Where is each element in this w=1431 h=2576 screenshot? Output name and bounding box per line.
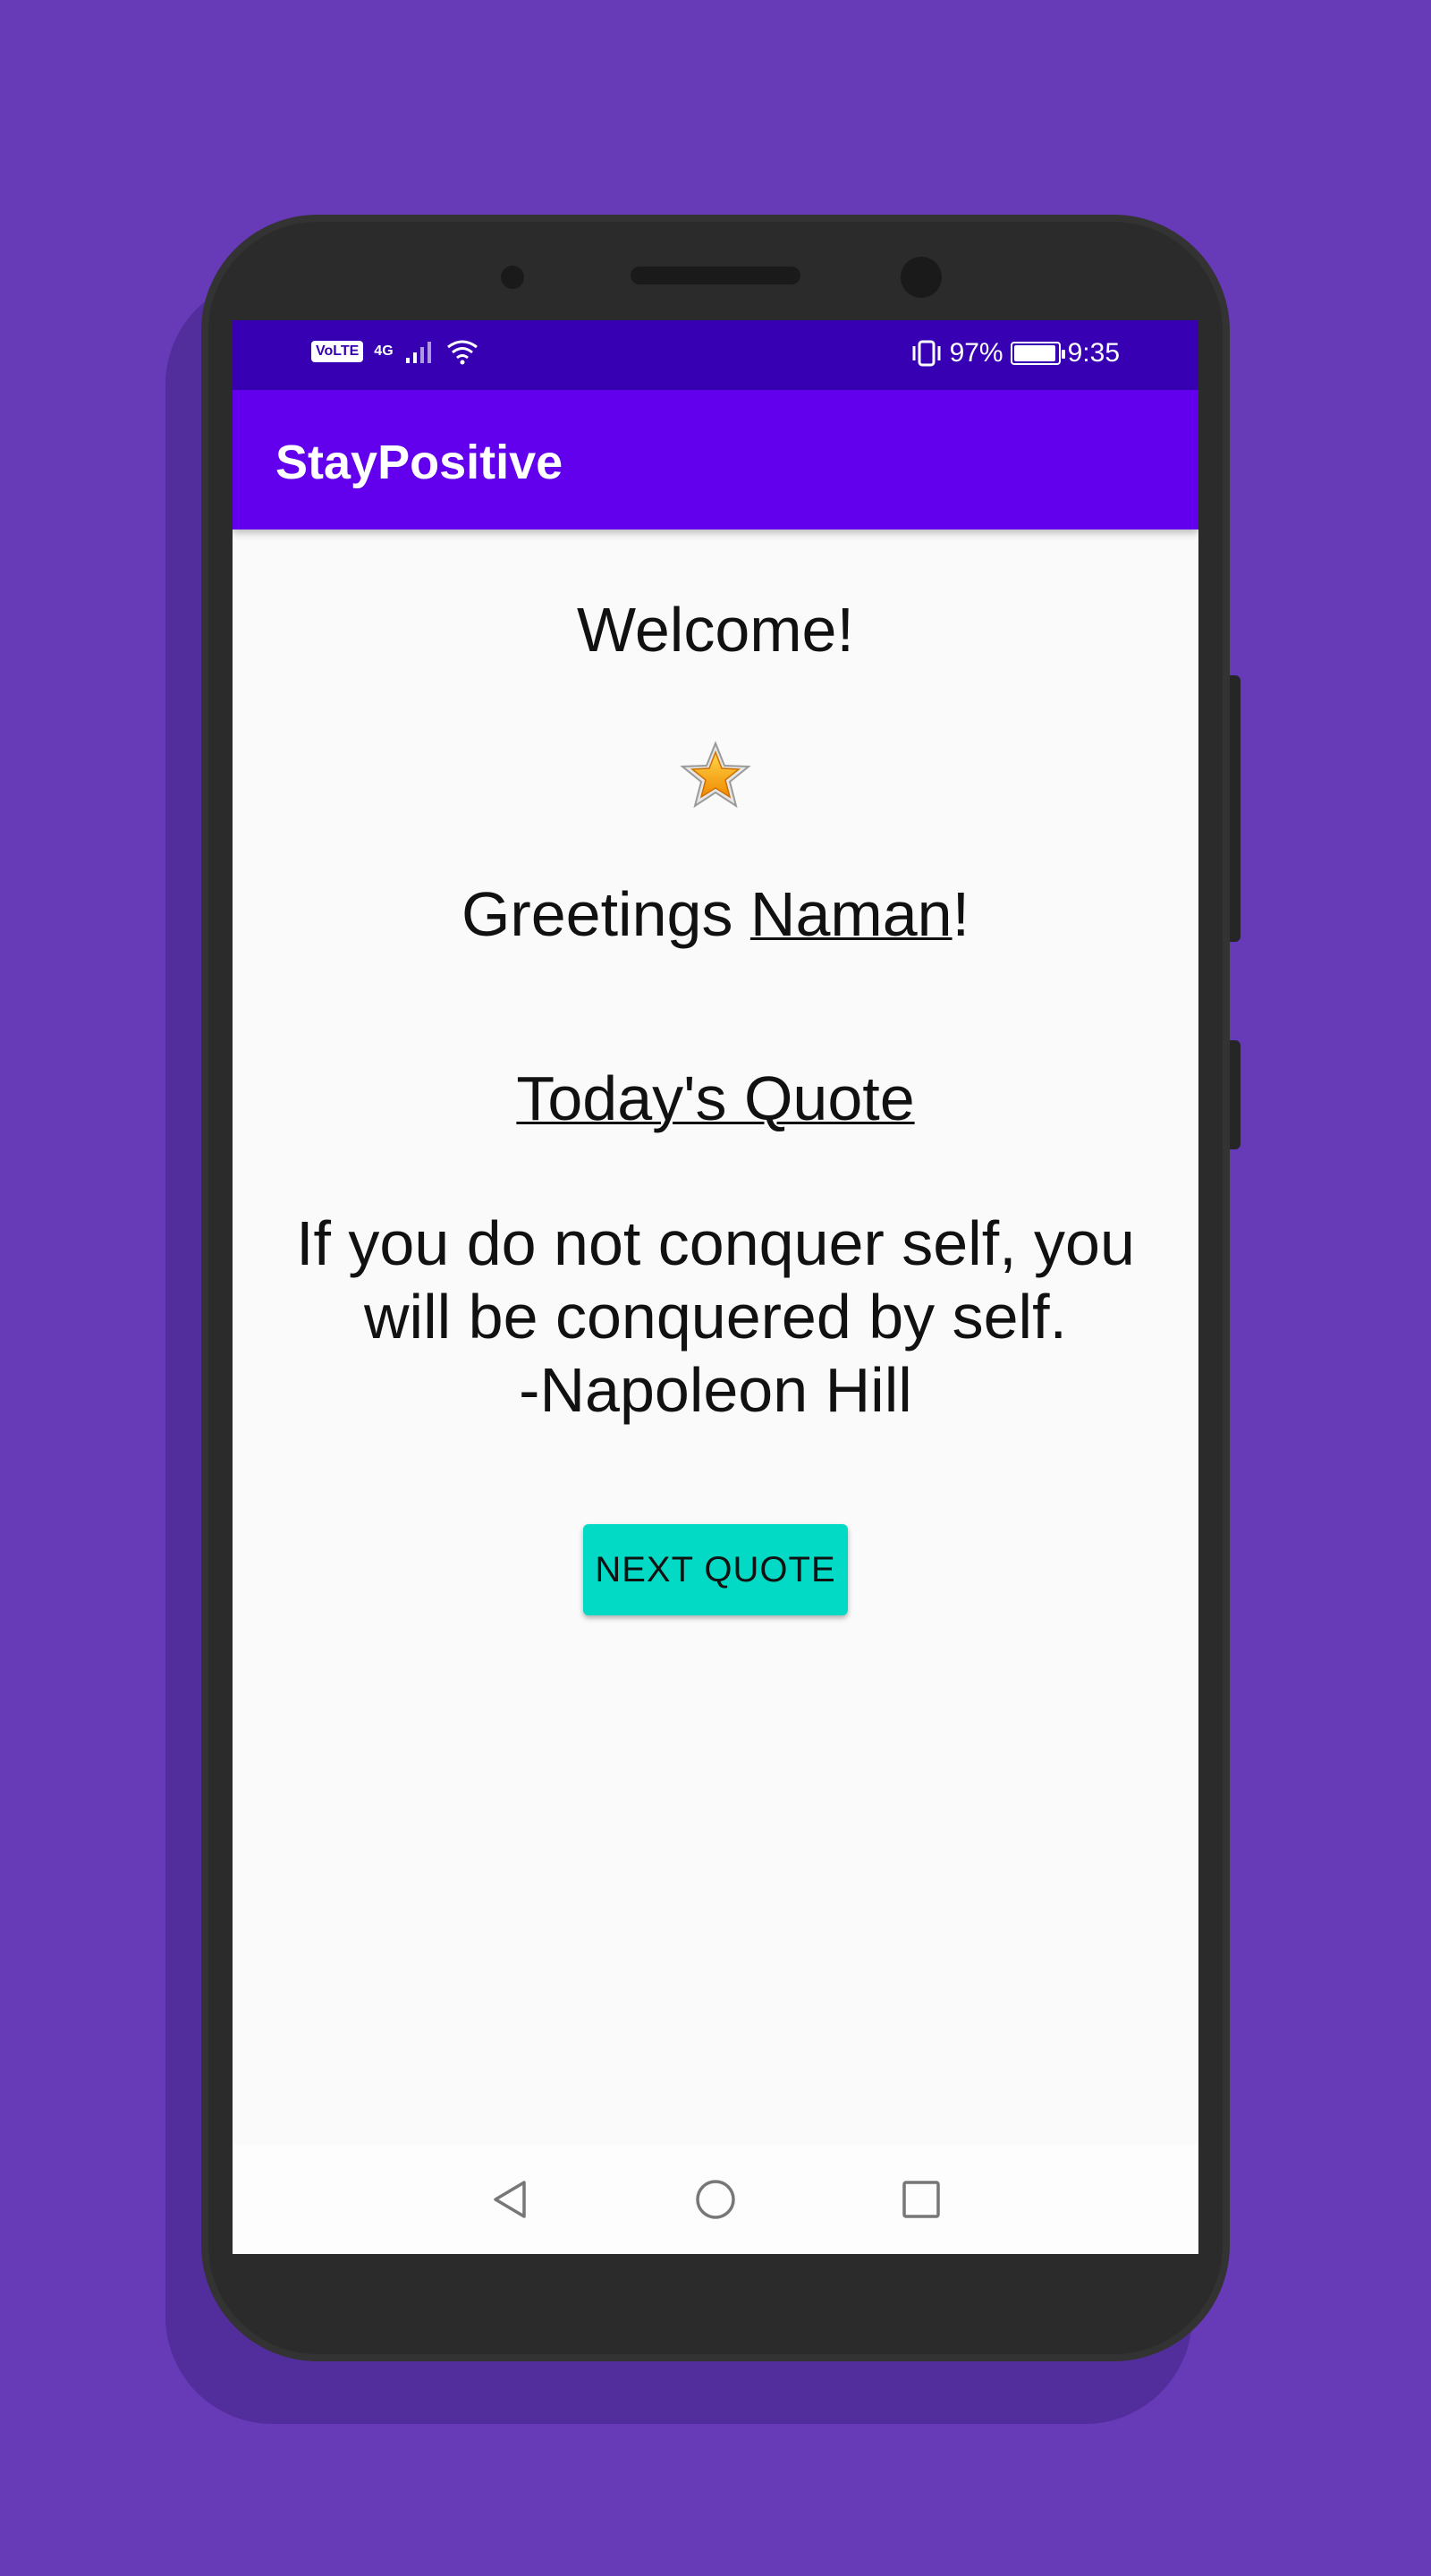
volume-button [1230, 675, 1240, 942]
battery-fill [1013, 345, 1056, 361]
next-quote-button[interactable]: NEXT QUOTE [583, 1524, 848, 1615]
signal-icon [405, 342, 431, 363]
home-icon[interactable] [693, 2177, 738, 2222]
screen: VoLTE 4G 97% 9:35 StayPositive Welcome! … [233, 320, 1198, 2254]
quote-text: If you do not conquer self, you will be … [259, 1207, 1172, 1427]
app-title: StayPositive [275, 436, 563, 489]
star-icon [680, 740, 751, 811]
sensor-dot [501, 266, 524, 289]
greeting-text: Greetings Naman! [233, 878, 1198, 950]
recents-icon[interactable] [899, 2177, 944, 2222]
wifi-icon [446, 340, 478, 365]
quote-heading: Today's Quote [516, 1063, 915, 1133]
status-bar: VoLTE 4G 97% 9:35 [233, 320, 1198, 390]
greeting-prefix: Greetings [461, 879, 750, 949]
greeting-suffix: ! [952, 879, 970, 949]
quote-line: will be conquered by self. [364, 1282, 1067, 1352]
vibrate-icon [912, 340, 941, 367]
back-icon[interactable] [488, 2177, 533, 2222]
clock: 9:35 [1067, 338, 1120, 368]
battery-icon [1010, 342, 1065, 365]
navigation-bar [233, 2145, 1198, 2254]
app-bar: StayPositive [233, 390, 1198, 530]
battery-percent: 97% [949, 338, 1003, 368]
quote-author: -Napoleon Hill [519, 1355, 912, 1425]
user-name: Naman [749, 879, 953, 949]
network-type: 4G [374, 343, 394, 359]
front-camera [901, 257, 942, 298]
earpiece [631, 267, 800, 284]
power-button [1230, 1040, 1240, 1149]
quote-line: If you do not conquer self, you [296, 1208, 1135, 1278]
volte-icon: VoLTE [311, 341, 364, 362]
welcome-text: Welcome! [577, 595, 854, 665]
